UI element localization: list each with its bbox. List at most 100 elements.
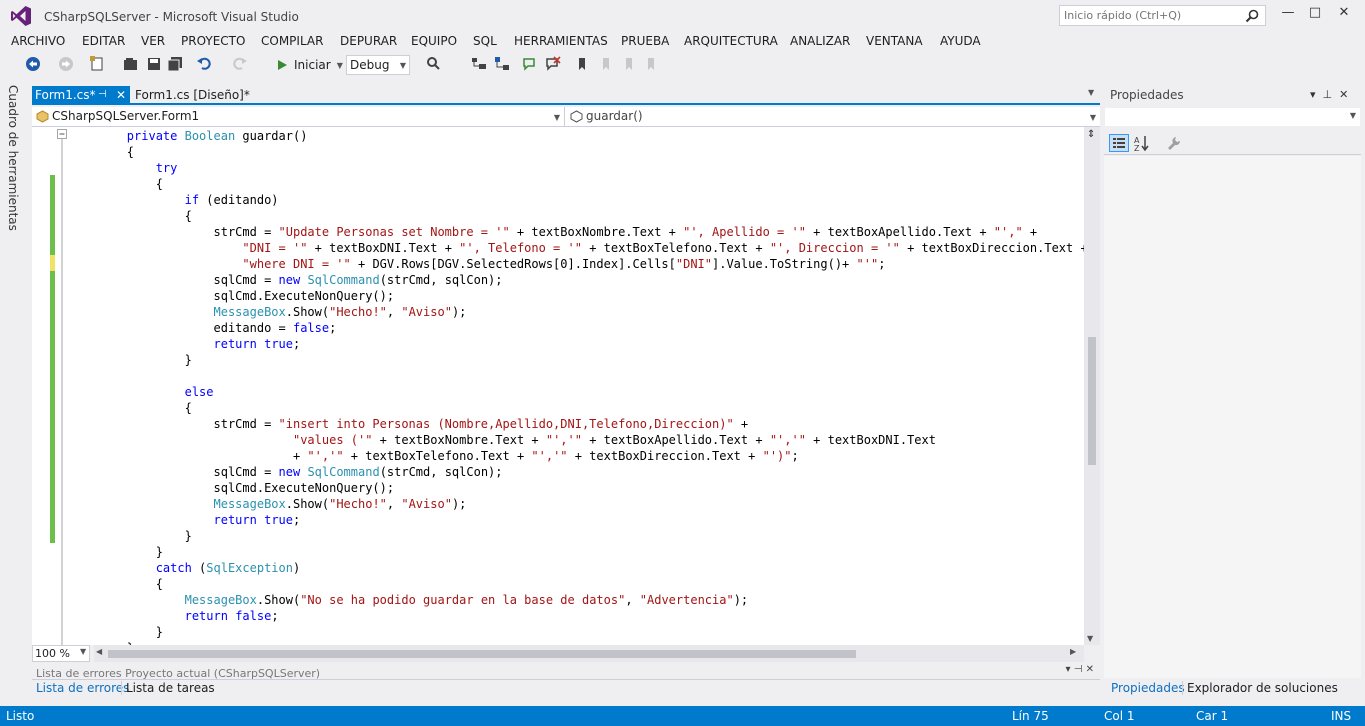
code-line[interactable]: {: [69, 400, 1084, 416]
member-dropdown[interactable]: guardar() ▼: [566, 107, 1100, 127]
code-line[interactable]: try: [69, 160, 1084, 176]
quick-launch-input[interactable]: [1060, 6, 1240, 25]
maximize-button[interactable]: □: [1303, 5, 1327, 25]
panel-window-buttons[interactable]: ▾ ⊣ ✕: [1066, 664, 1094, 675]
quick-launch-box[interactable]: [1059, 5, 1266, 26]
menu-editar[interactable]: EDITAR: [82, 34, 125, 48]
property-pages-icon[interactable]: [1166, 135, 1182, 151]
start-debugging-button[interactable]: Iniciar ▼: [275, 55, 343, 75]
code-line[interactable]: sqlCmd = new SqlCommand(strCmd, sqlCon);: [69, 464, 1084, 480]
code-line[interactable]: + "','" + textBoxTelefono.Text + "','" +…: [69, 448, 1084, 464]
code-line[interactable]: }: [69, 352, 1084, 368]
indicator-margin[interactable]: [32, 127, 50, 645]
pin-icon[interactable]: ⊣: [98, 86, 107, 104]
code-line[interactable]: MessageBox.Show("No se ha podido guardar…: [69, 592, 1084, 608]
menu-arquitectura[interactable]: ARQUITECTURA: [684, 34, 778, 48]
search-icon[interactable]: [1245, 9, 1259, 23]
chevron-down-icon[interactable]: ▼: [80, 647, 86, 656]
menu-ver[interactable]: VER: [141, 34, 165, 48]
save-icon[interactable]: [145, 55, 163, 73]
redo-icon[interactable]: [230, 55, 248, 73]
code-line[interactable]: "values ('" + textBoxNombre.Text + "','"…: [69, 432, 1084, 448]
toolbox-tab[interactable]: Cuadro de herramientas: [6, 85, 20, 231]
code-line[interactable]: }: [69, 624, 1084, 640]
code-line[interactable]: "DNI = '" + textBoxDNI.Text + "', Telefo…: [69, 240, 1084, 256]
menu-sql[interactable]: SQL: [473, 34, 497, 48]
class-view-icon[interactable]: [493, 55, 511, 73]
vertical-scrollbar[interactable]: ⇕ ▼: [1084, 127, 1100, 645]
navigate-back-icon[interactable]: [24, 55, 42, 73]
solution-configuration-select[interactable]: Debug ▼: [346, 55, 410, 75]
bookmark-icon[interactable]: [573, 55, 591, 73]
code-line[interactable]: sqlCmd.ExecuteNonQuery();: [69, 480, 1084, 496]
code-editor[interactable]: private Boolean guardar() { try { if (ed…: [32, 127, 1084, 645]
chevron-down-icon[interactable]: ▼: [1088, 88, 1094, 97]
next-bookmark-icon[interactable]: [620, 55, 638, 73]
uncomment-icon[interactable]: [544, 55, 562, 73]
code-text[interactable]: private Boolean guardar() { try { if (ed…: [69, 128, 1084, 645]
properties-object-select[interactable]: ▼: [1104, 107, 1361, 127]
menu-ventana[interactable]: VENTANA: [866, 34, 923, 48]
clear-bookmarks-icon[interactable]: [642, 55, 660, 73]
menu-depurar[interactable]: DEPURAR: [340, 34, 397, 48]
code-line[interactable]: [69, 368, 1084, 384]
tab-properties[interactable]: Propiedades: [1111, 681, 1185, 695]
code-line[interactable]: }: [69, 544, 1084, 560]
tab-form1-design[interactable]: Form1.cs [Diseño]*: [135, 86, 250, 105]
scrollbar-thumb[interactable]: [1088, 337, 1096, 465]
alphabetical-icon[interactable]: AZ: [1133, 134, 1151, 152]
new-project-icon[interactable]: [88, 55, 106, 73]
code-line[interactable]: return true;: [69, 512, 1084, 528]
horizontal-scrollbar[interactable]: ◀: [94, 645, 1084, 662]
close-icon[interactable]: ✕: [116, 86, 126, 104]
close-button[interactable]: ✕: [1332, 5, 1356, 25]
code-line[interactable]: strCmd = "Update Personas set Nombre = '…: [69, 224, 1084, 240]
scroll-left-icon[interactable]: ◀: [96, 647, 102, 656]
code-line[interactable]: "where DNI = '" + DGV.Rows[DGV.SelectedR…: [69, 256, 1084, 272]
code-line[interactable]: {: [69, 176, 1084, 192]
tab-solution-explorer[interactable]: Explorador de soluciones: [1182, 681, 1338, 695]
minimize-button[interactable]: —: [1276, 5, 1300, 25]
code-line[interactable]: {: [69, 208, 1084, 224]
previous-bookmark-icon[interactable]: [597, 55, 615, 73]
code-line[interactable]: return true;: [69, 336, 1084, 352]
menu-archivo[interactable]: ARCHIVO: [11, 34, 65, 48]
code-line[interactable]: MessageBox.Show("Hecho!", "Aviso");: [69, 496, 1084, 512]
code-line[interactable]: sqlCmd = new SqlCommand(strCmd, sqlCon);: [69, 272, 1084, 288]
tab-error-list[interactable]: Lista de errores: [36, 681, 129, 695]
menu-prueba[interactable]: PRUEBA: [621, 34, 669, 48]
open-file-icon[interactable]: [122, 55, 140, 73]
tab-form1-cs[interactable]: Form1.cs* ⊣ ✕: [32, 86, 130, 105]
properties-grid[interactable]: [1104, 156, 1361, 678]
scroll-right-icon[interactable]: ▶: [1070, 647, 1076, 656]
undo-icon[interactable]: [196, 55, 214, 73]
menu-herramientas[interactable]: HERRAMIENTAS: [514, 34, 608, 48]
menu-equipo[interactable]: EQUIPO: [411, 34, 457, 48]
menu-ayuda[interactable]: AYUDA: [940, 34, 981, 48]
code-line[interactable]: sqlCmd.ExecuteNonQuery();: [69, 288, 1084, 304]
tab-task-list[interactable]: Lista de tareas: [121, 681, 215, 695]
menu-analizar[interactable]: ANALIZAR: [790, 34, 850, 48]
code-line[interactable]: catch (SqlException): [69, 560, 1084, 576]
menu-compilar[interactable]: COMPILAR: [261, 34, 323, 48]
code-line[interactable]: editando = false;: [69, 320, 1084, 336]
menu-proyecto[interactable]: PROYECTO: [181, 34, 245, 48]
comment-icon[interactable]: [521, 55, 539, 73]
code-line[interactable]: private Boolean guardar(): [69, 128, 1084, 144]
split-window-icon[interactable]: ⇕: [1087, 129, 1095, 140]
code-line[interactable]: MessageBox.Show("Hecho!", "Aviso");: [69, 304, 1084, 320]
solution-explorer-icon[interactable]: [470, 55, 488, 73]
code-line[interactable]: strCmd = "insert into Personas (Nombre,A…: [69, 416, 1084, 432]
find-in-files-icon[interactable]: [425, 55, 443, 73]
code-line[interactable]: {: [69, 576, 1084, 592]
class-dropdown[interactable]: CSharpSQLServer.Form1 ▼: [32, 107, 565, 127]
code-line[interactable]: return false;: [69, 608, 1084, 624]
code-line[interactable]: if (editando): [69, 192, 1084, 208]
save-all-icon[interactable]: [166, 55, 184, 73]
start-dropdown-icon[interactable]: ▼: [337, 61, 343, 70]
code-line[interactable]: {: [69, 144, 1084, 160]
scroll-down-icon[interactable]: ▼: [1087, 634, 1093, 643]
code-line[interactable]: else: [69, 384, 1084, 400]
scrollbar-thumb[interactable]: [108, 650, 856, 658]
panel-window-buttons[interactable]: ▾ ⊥ ✕: [1310, 88, 1348, 101]
